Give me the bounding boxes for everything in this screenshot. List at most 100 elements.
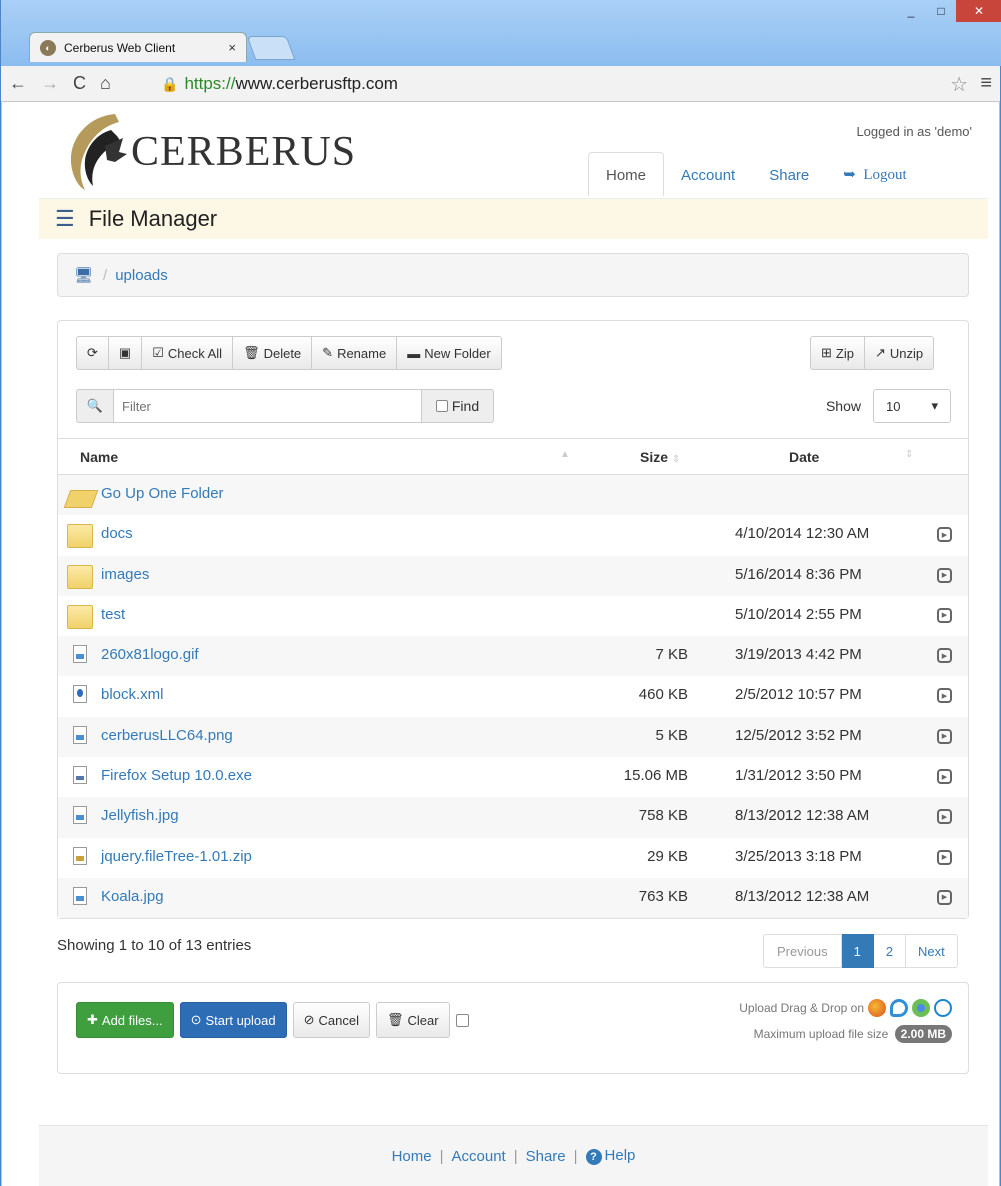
folder-icon (67, 524, 93, 549)
add-files-label: Add files... (101, 1012, 163, 1028)
row-actions-icon[interactable]: ▶ (937, 648, 952, 664)
new-tab-button[interactable] (246, 36, 296, 60)
clear-button[interactable]: 🗑 Clear (376, 1002, 450, 1038)
maximize-button[interactable]: □ (926, 0, 956, 22)
rename-button[interactable]: ✎ Rename (312, 336, 398, 370)
address-bar[interactable]: 🔒 https:// www.cerberusftp.com (161, 70, 948, 98)
row-actions-icon[interactable]: ▶ (937, 607, 952, 623)
home-icon[interactable]: ⌂ (100, 73, 111, 94)
go-up-link[interactable]: Go Up One Folder (101, 485, 224, 502)
file-name-link[interactable]: test (101, 606, 125, 623)
find-checkbox[interactable] (435, 400, 448, 412)
tab-close-icon[interactable]: × (228, 40, 236, 55)
file-name-link[interactable]: docs (101, 525, 133, 542)
page-2-button[interactable]: 2 (873, 934, 907, 968)
table-row[interactable]: 260x81logo.gif 7 KB 3/19/2013 4:42 PM ▶ (58, 636, 968, 677)
select-all-uploads-checkbox[interactable] (455, 1013, 469, 1027)
delete-button[interactable]: 🗑 Delete (233, 336, 313, 370)
table-row[interactable]: images 5/16/2014 8:36 PM ▶ (58, 555, 968, 596)
new-folder-button[interactable]: ▬ New Folder (397, 336, 502, 370)
file-name-link[interactable]: 260x81logo.gif (101, 646, 199, 663)
row-actions-icon[interactable]: ▶ (937, 728, 952, 744)
nav-home[interactable]: Home (588, 152, 665, 196)
minimize-button[interactable]: _ (896, 0, 926, 22)
browser-tab[interactable]: ◐ Cerberus Web Client × (29, 32, 247, 62)
file-name-link[interactable]: Koala.jpg (101, 888, 164, 905)
page-footer: Home | Account | Share | ? Help (39, 1125, 988, 1186)
file-date: 2/5/2012 10:57 PM (735, 686, 862, 704)
page-1-button[interactable]: 1 (841, 934, 874, 968)
bookmark-star-icon[interactable]: ☆ (950, 72, 968, 97)
file-actions-toolbar: ⟳ ▣ ☑ Check All 🗑 Delete ✎ Rename ▬ New Fold… (76, 336, 502, 370)
refresh-button[interactable]: ⟳ (76, 336, 109, 370)
table-row[interactable]: Jellyfish.jpg 758 KB 8/13/2012 12:38 AM ▶ (58, 797, 968, 838)
table-row[interactable]: Koala.jpg 763 KB 8/13/2012 12:38 AM ▶ (58, 877, 968, 919)
unzip-button[interactable]: ↗ Unzip (864, 336, 935, 370)
browser-window: ◐ Cerberus Web Client × _ □ ✕ ← → C ⌂ 🔒 … (0, 0, 1001, 1186)
upload-actions: ✚ Add files... ⊙ Start upload ⊘ Cancel 🗑 Cle… (76, 1002, 469, 1038)
file-name-link[interactable]: jquery.fileTree-1.01.zip (101, 848, 252, 865)
file-browser-panel: ⟳ ▣ ☑ Check All 🗑 Delete ✎ Rename ▬ New Fold… (57, 320, 969, 919)
internet-explorer-icon (890, 999, 908, 1017)
table-row[interactable]: jquery.fileTree-1.01.zip 29 KB 3/25/2013 3… (58, 838, 968, 878)
go-up-row[interactable]: Go Up One Folder (58, 475, 968, 516)
row-actions-icon[interactable]: ▶ (937, 567, 952, 583)
cerberus-logo[interactable]: CERBERUS (61, 108, 356, 192)
table-row[interactable]: Firefox Setup 10.0.exe 15.06 MB 1/31/2012 … (58, 757, 968, 797)
list-icon: ☰ (55, 206, 75, 231)
forward-arrow-icon[interactable]: → (41, 73, 59, 94)
filter-input[interactable] (114, 389, 422, 423)
nav-logout[interactable]: ➥ Logout (826, 151, 923, 196)
table-row[interactable]: cerberusLLC64.png 5 KB 12/5/2012 3:52 PM ▶ (58, 716, 968, 758)
date-sort-icon[interactable]: ⇕ (905, 449, 913, 460)
monitor-icon[interactable]: 🖥 (74, 266, 93, 284)
delete-label: Delete (263, 345, 302, 361)
footer-home-link[interactable]: Home (392, 1148, 432, 1165)
xml-file-icon (73, 685, 87, 704)
footer-account-link[interactable]: Account (452, 1148, 506, 1165)
table-row[interactable]: docs 4/10/2014 12:30 AM ▶ (58, 515, 968, 555)
clear-label: Clear (407, 1012, 439, 1028)
thumbnail-view-button[interactable]: ▣ (108, 336, 143, 370)
file-name-link[interactable]: Firefox Setup 10.0.exe (101, 767, 252, 784)
row-actions-icon[interactable]: ▶ (937, 769, 952, 785)
table-row[interactable]: test 5/10/2014 2:55 PM ▶ (58, 596, 968, 636)
browser-menu-icon[interactable]: ≡ (980, 72, 992, 95)
add-files-button[interactable]: ✚ Add files... (76, 1002, 174, 1038)
footer-share-link[interactable]: Share (526, 1148, 566, 1165)
find-toggle[interactable]: Find (422, 389, 494, 423)
upload-circle-icon: ⊙ (190, 1012, 202, 1027)
page-size-select[interactable]: 10 ▾ (873, 389, 951, 423)
check-all-button[interactable]: ☑ Check All (142, 336, 234, 370)
previous-page-button[interactable]: Previous (763, 934, 842, 968)
nav-account[interactable]: Account (664, 153, 752, 196)
date-column-header[interactable]: Date (789, 449, 819, 465)
breadcrumb-uploads[interactable]: uploads (115, 267, 168, 284)
table-row[interactable]: block.xml 460 KB 2/5/2012 10:57 PM ▶ (58, 676, 968, 716)
size-column-header[interactable]: Size ⇕ (640, 449, 680, 465)
file-name-link[interactable]: cerberusLLC64.png (101, 727, 233, 744)
nav-share[interactable]: Share (752, 153, 826, 196)
search-icon: 🔍 (76, 389, 114, 423)
file-name-link[interactable]: Jellyfish.jpg (101, 807, 179, 824)
row-actions-icon[interactable]: ▶ (937, 889, 952, 905)
start-upload-button[interactable]: ⊙ Start upload (179, 1002, 287, 1038)
file-name-link[interactable]: block.xml (101, 686, 164, 703)
file-name-link[interactable]: images (101, 566, 149, 583)
reload-icon[interactable]: C (73, 73, 86, 94)
tab-title: Cerberus Web Client (64, 40, 176, 55)
footer-help-link[interactable]: ? Help (585, 1147, 635, 1165)
row-actions-icon[interactable]: ▶ (937, 688, 952, 704)
file-size: 5 KB (655, 726, 688, 744)
row-actions-icon[interactable]: ▶ (937, 849, 952, 865)
footer-separator: | (439, 1147, 444, 1165)
name-column-header[interactable]: Name (80, 449, 118, 465)
row-actions-icon[interactable]: ▶ (937, 527, 952, 543)
zip-button[interactable]: ⊞ Zip (810, 336, 865, 370)
name-sort-icon[interactable]: ▲ (560, 449, 570, 460)
row-actions-icon[interactable]: ▶ (937, 809, 952, 825)
back-arrow-icon[interactable]: ← (9, 73, 27, 94)
cancel-upload-button[interactable]: ⊘ Cancel (292, 1002, 370, 1038)
next-page-button[interactable]: Next (906, 934, 958, 968)
close-window-button[interactable]: ✕ (956, 0, 1001, 22)
